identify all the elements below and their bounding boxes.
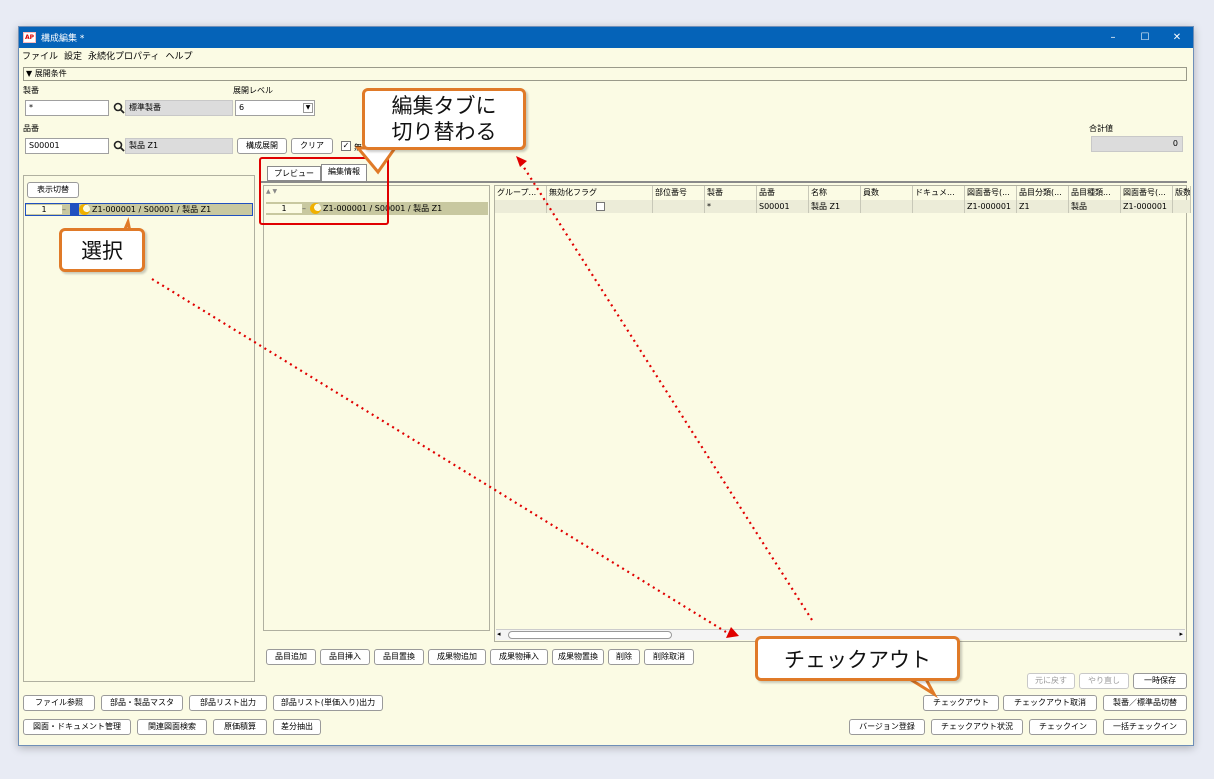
annotation-lines — [109, 146, 938, 699]
arrowhead-icon — [726, 627, 739, 638]
callout-edit-tab: 編集タブに 切り替わる — [362, 88, 526, 150]
callout-select: 選択 — [59, 228, 145, 272]
dotted-arrow-checkout — [522, 165, 813, 621]
arrowhead-icon — [516, 156, 527, 167]
callout-pointer — [354, 146, 398, 175]
callout-checkout: チェックアウト — [755, 636, 960, 681]
dotted-arrow-select — [151, 278, 727, 633]
